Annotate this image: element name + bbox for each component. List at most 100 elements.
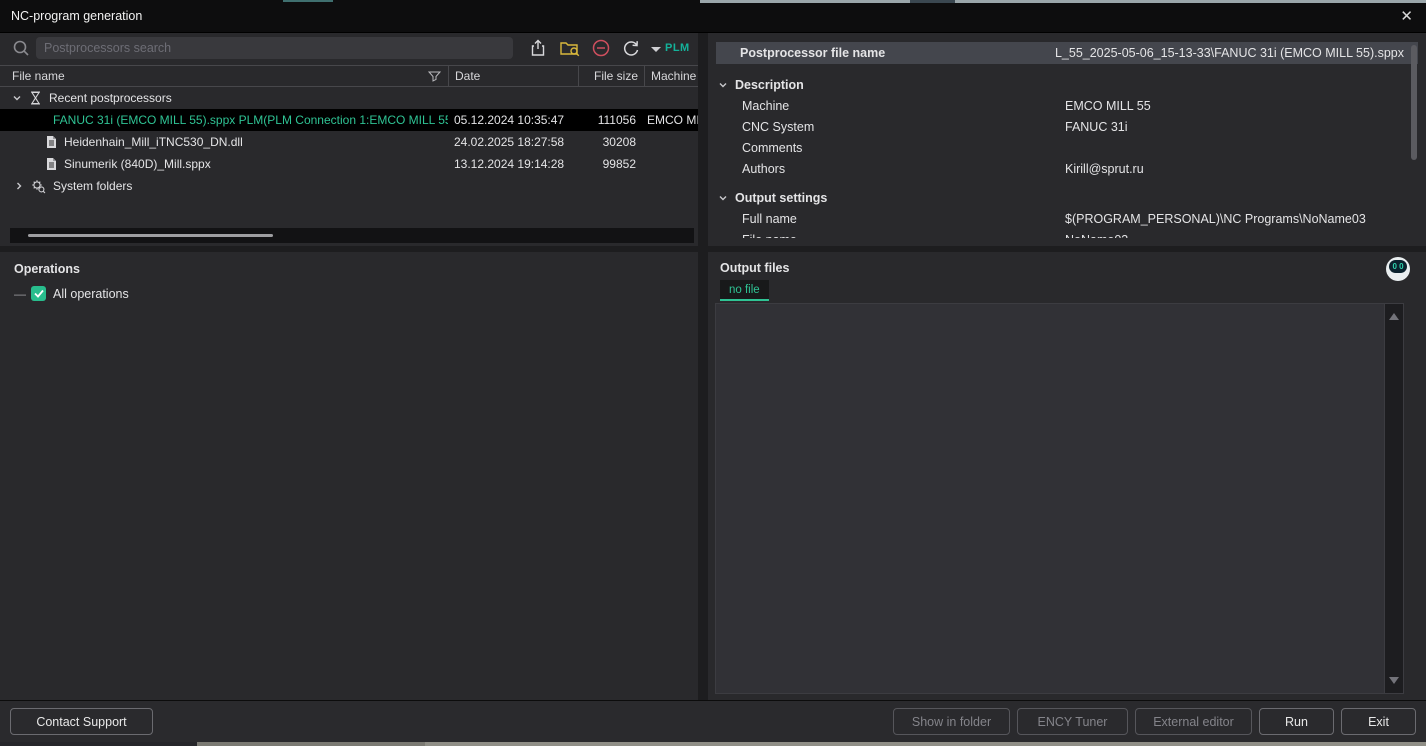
browse-folder-icon[interactable] [559,38,581,58]
postprocessor-search-input[interactable] [36,37,513,59]
file-row-heidenhain[interactable]: Heidenhain_Mill_iTNC530_DN.dll 24.02.202… [0,131,698,153]
file-size: 99852 [578,157,644,171]
scroll-up-icon[interactable] [1389,313,1399,320]
recent-hourglass-icon [29,91,42,105]
property-row-cnc-system[interactable]: CNC System FANUC 31i [708,116,1426,137]
chevron-down-icon[interactable] [651,47,661,52]
property-label: Full name [708,212,797,226]
postprocessor-browser-panel: PLM File name Date File size Machine [0,33,698,246]
background-window-sliver [700,0,1426,3]
close-icon[interactable]: ✕ [1400,7,1413,25]
chevron-down-icon[interactable] [12,93,22,103]
check-icon [34,289,44,298]
chevron-down-icon[interactable] [718,80,728,90]
output-files-title: Output files [720,261,789,275]
property-row-authors[interactable]: Authors Kirill@sprut.ru [708,158,1426,179]
file-date: 24.02.2025 18:27:58 [448,135,578,149]
tree-group-recent-postprocessors[interactable]: Recent postprocessors [0,87,698,109]
file-size: 111056 [578,113,644,127]
remove-icon[interactable] [591,38,611,58]
output-file-content[interactable] [715,303,1404,694]
property-label: CNC System [708,120,814,134]
operations-panel: Operations — All operations [0,252,698,700]
file-date: 05.12.2024 10:35:47 [448,113,578,127]
vertical-scrollbar-thumb[interactable] [1411,45,1417,160]
properties-panel: Postprocessor file name L_55_2025-05-06_… [708,33,1426,246]
property-label: Authors [708,162,785,176]
file-size: 30208 [578,135,644,149]
all-operations-row[interactable]: — All operations [14,286,698,301]
document-icon [46,157,57,171]
plm-button[interactable]: PLM [665,42,690,54]
column-header-file-size[interactable]: File size [578,66,644,86]
property-value: Kirill@sprut.ru [1065,162,1144,176]
property-label: Machine [708,99,789,113]
document-icon [46,135,57,149]
ency-tuner-button[interactable]: ENCY Tuner [1017,708,1128,735]
external-editor-button[interactable]: External editor [1135,708,1252,735]
horizontal-scrollbar[interactable] [10,228,694,243]
file-machine: EMCO MI [644,113,698,127]
file-grid-header: File name Date File size Machine [0,65,698,87]
column-header-machine[interactable]: Machine [644,66,698,86]
property-value: L_55_2025-05-06_15-13-33\FANUC 31i (EMCO… [1055,46,1404,60]
property-label: Postprocessor file name [740,46,885,60]
file-row-sinumerik[interactable]: Sinumerik (840D)_Mill.sppx 13.12.2024 19… [0,153,698,175]
nc-program-generation-dialog: NC-program generation ✕ P [0,0,1426,746]
column-header-date[interactable]: Date [448,66,578,86]
property-label: File name [708,233,797,239]
taskbar-sliver [425,742,1426,746]
vertical-scrollbar[interactable] [1384,304,1403,693]
operations-title: Operations [0,252,698,276]
postprocessor-tree: Recent postprocessors FANUC 31i (EMCO MI… [0,87,698,197]
scroll-down-icon[interactable] [1389,677,1399,684]
output-files-panel: Output files 0 0 no file [708,252,1426,700]
property-group-output-settings[interactable]: Output settings [708,187,1426,208]
all-operations-label: All operations [53,287,129,301]
collapse-expander-icon[interactable]: — [14,287,24,301]
footer-bar: Contact Support Show in folder ENCY Tune… [0,700,1426,742]
exit-button[interactable]: Exit [1341,708,1416,735]
property-value: EMCO MILL 55 [1065,99,1151,113]
property-row-machine[interactable]: Machine EMCO MILL 55 [708,95,1426,116]
browser-toolbar: PLM [0,33,698,63]
property-row-file-name[interactable]: File name NoName03 [708,229,1426,238]
file-name: FANUC 31i (EMCO MILL 55).sppx PLM(PLM Co… [53,113,448,127]
file-name: Sinumerik (840D)_Mill.sppx [64,157,211,171]
show-in-folder-button[interactable]: Show in folder [893,708,1010,735]
file-name: Heidenhain_Mill_iTNC530_DN.dll [64,135,243,149]
taskbar-sliver [197,742,425,746]
column-header-file-name[interactable]: File name [0,66,448,86]
search-icon [12,39,30,57]
chevron-right-icon[interactable] [14,181,24,191]
background-window-sliver [283,0,333,2]
all-operations-checkbox[interactable] [31,286,46,301]
property-value: $(PROGRAM_PERSONAL)\NC Programs\NoName03 [1065,212,1366,226]
property-row-comments[interactable]: Comments [708,137,1426,158]
chevron-down-icon[interactable] [718,193,728,203]
property-value: FANUC 31i [1065,120,1128,134]
window-title: NC-program generation [11,9,142,23]
contact-support-button[interactable]: Contact Support [10,708,153,735]
system-folders-icon [31,179,46,194]
output-file-tab[interactable]: no file [720,280,769,301]
export-icon[interactable] [528,38,548,58]
tree-group-system-folders[interactable]: System folders [0,175,698,197]
run-button[interactable]: Run [1259,708,1334,735]
robot-eyes: 0 0 [1389,260,1407,273]
filter-icon[interactable] [428,71,441,82]
property-row-full-name[interactable]: Full name $(PROGRAM_PERSONAL)\NC Program… [708,208,1426,229]
file-row-fanuc[interactable]: FANUC 31i (EMCO MILL 55).sppx PLM(PLM Co… [0,109,698,131]
property-row-postprocessor-file-name[interactable]: Postprocessor file name L_55_2025-05-06_… [716,42,1418,64]
property-group-description[interactable]: Description [708,74,1426,95]
properties-scroll-area: Postprocessor file name L_55_2025-05-06_… [708,33,1426,238]
horizontal-scrollbar-thumb[interactable] [28,234,273,237]
taskbar-sliver [0,742,197,746]
property-label: Comments [708,141,802,155]
titlebar: NC-program generation ✕ [0,0,1426,33]
property-value: NoName03 [1065,233,1128,239]
file-date: 13.12.2024 19:14:28 [448,157,578,171]
assistant-robot-icon[interactable]: 0 0 [1386,257,1410,281]
refresh-icon[interactable] [621,38,641,58]
background-window-sliver [910,0,955,3]
